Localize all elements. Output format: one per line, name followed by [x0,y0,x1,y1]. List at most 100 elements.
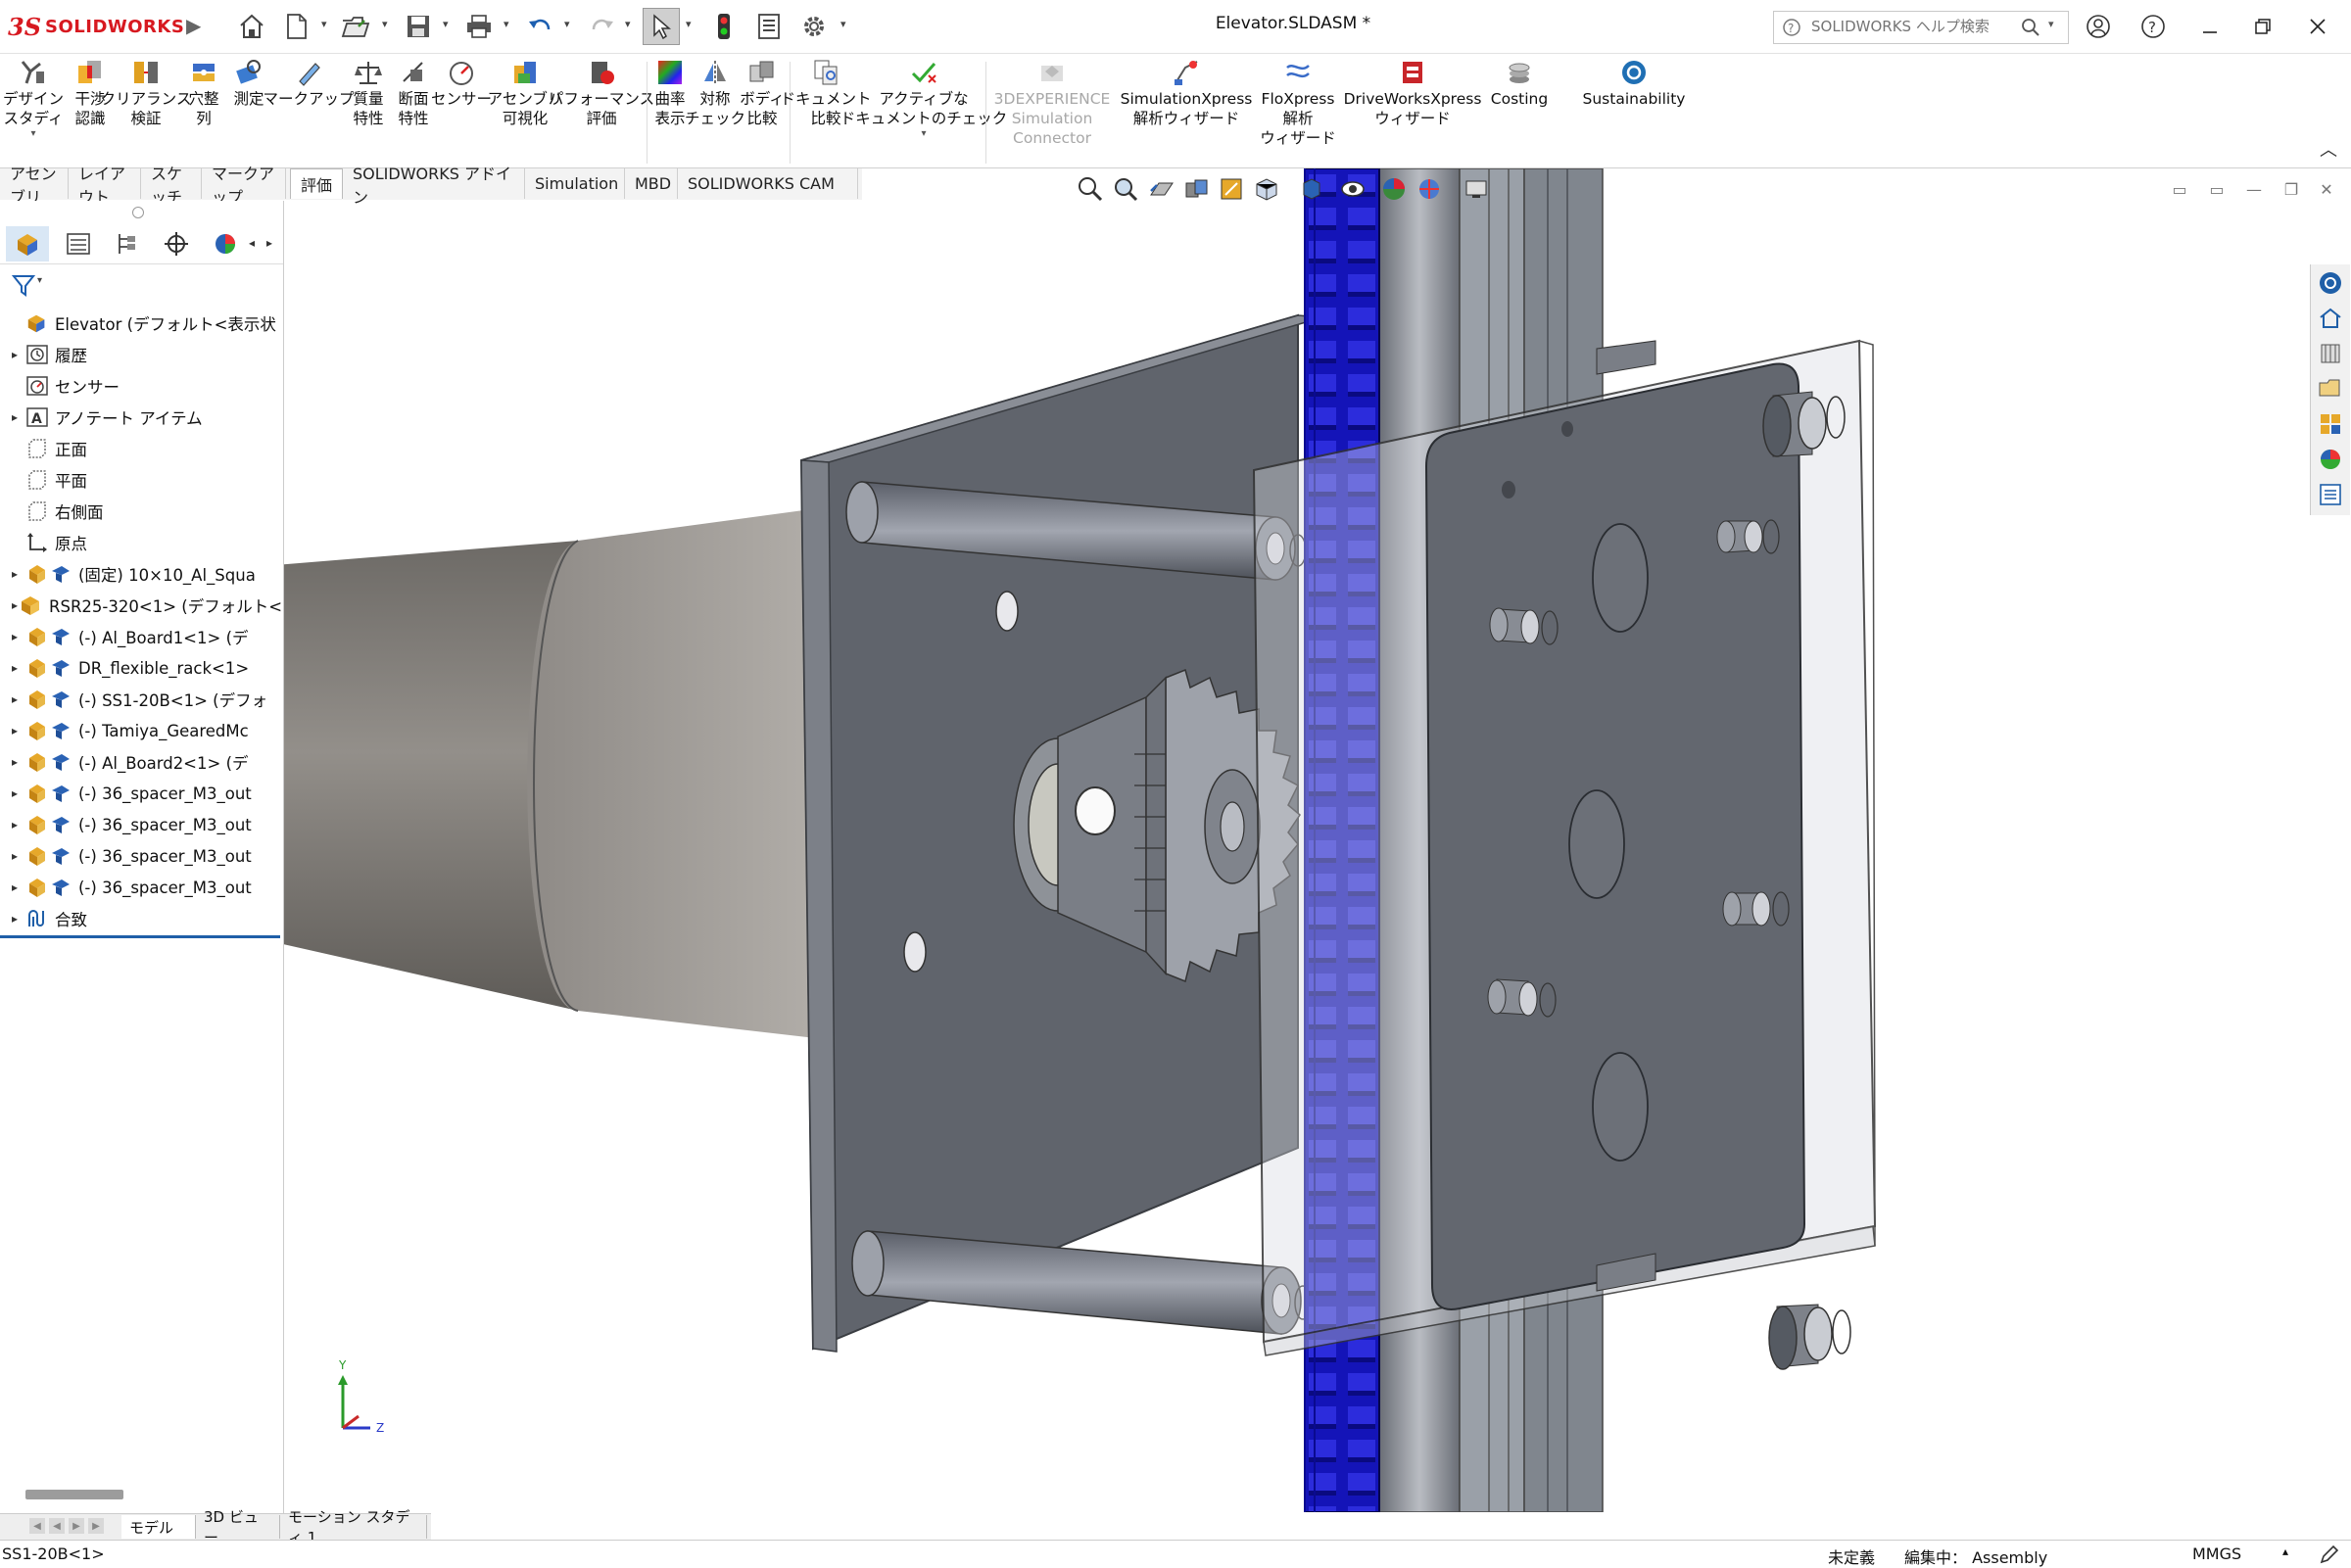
assembly-visualization-button[interactable]: アセンブリ 可視化 [488,58,562,128]
tree-item[interactable]: 正面 [0,434,283,463]
expand-arrow-icon[interactable]: ▸ [12,818,24,832]
chevron-down-icon[interactable]: ▾ [321,18,327,30]
tree-item[interactable]: ▸ 履歴 [0,340,283,369]
file-explorer-icon[interactable] [2316,374,2345,404]
dynamic-annotation-icon[interactable] [1215,172,1248,206]
next-tab-arrow-icon[interactable]: ▶ [69,1518,84,1534]
tree-item[interactable]: ▸ 合致 [0,904,283,933]
3dexperience-simulation-connector-button[interactable]: 3DEXPERIENCE Simulation Connector [987,58,1117,148]
status-units[interactable]: MMGS [2192,1544,2241,1563]
view-orientation-icon[interactable] [1250,172,1283,206]
section-view-icon[interactable] [1179,172,1213,206]
solidworks-resources-icon[interactable] [2316,268,2345,298]
sensor-button[interactable]: センサー [431,58,492,109]
viewport-minimize-icon[interactable]: — [2239,176,2269,202]
collapse-ribbon-chevron-up-icon[interactable]: ︿ [2320,136,2337,162]
tree-item[interactable]: ▸ (固定) 10×10_Al_Squa [0,559,283,589]
chevron-down-icon[interactable]: ▾ [504,18,509,30]
tree-item[interactable]: Elevator (デフォルト<表示状 [0,309,283,338]
zoom-to-area-icon[interactable] [1109,172,1142,206]
tree-item[interactable]: ▸ (-) Al_Board1<1> (デ [0,622,283,651]
apply-scene-icon[interactable] [1413,172,1446,206]
tree-item[interactable]: 右側面 [0,497,283,526]
expand-arrow-icon[interactable]: ▸ [12,661,24,675]
home-icon[interactable] [2316,304,2345,333]
graphics-viewport[interactable]: Y Z ▭ ▭ — ❐ ✕ [284,168,2351,1512]
costing-button[interactable]: Costing [1485,58,1554,109]
tab-model[interactable]: モデル [121,1515,196,1539]
dimxpert-manager-tab-icon[interactable] [155,226,198,261]
print-icon[interactable] [460,8,498,45]
close-icon[interactable] [2298,10,2337,43]
design-library-icon[interactable] [2316,339,2345,368]
search-icon[interactable] [2021,18,2040,37]
driveworksxpress-button[interactable]: DriveWorksXpress ウィザード [1342,58,1483,128]
tree-item[interactable]: ▸ (-) 36_spacer_M3_out [0,873,283,902]
sustainability-button[interactable]: Sustainability [1577,58,1691,109]
expand-arrow-icon[interactable]: ▸ [12,724,24,737]
tab-3d-views[interactable]: 3D ビュー [196,1508,280,1546]
hide-show-items-icon[interactable] [1336,172,1369,206]
expand-arrow-icon[interactable]: ▸ [12,567,24,581]
expand-arrow-icon[interactable]: ▸ [12,912,24,926]
symmetry-check-button[interactable]: 対称 チェック [685,58,745,128]
chevron-down-icon[interactable]: ▾ [564,18,570,30]
tab-sketch[interactable]: スケッチ [141,165,202,207]
tab-layout[interactable]: レイアウト [69,165,141,207]
view-settings-icon[interactable] [1460,172,1493,206]
expand-arrow-icon[interactable]: ▸ [12,880,24,894]
prev-tab-arrow-icon[interactable]: ◀ [49,1518,65,1534]
filter-funnel-icon[interactable] [12,273,35,297]
open-folder-icon[interactable] [337,8,374,45]
last-tab-arrow-icon[interactable]: ▶ [88,1518,104,1534]
tree-item[interactable]: ▸ (-) 36_spacer_M3_out [0,810,283,839]
expand-arrow-icon[interactable]: ▸ [12,348,24,361]
tab-scroll-right-icon[interactable]: ▸ [266,236,272,250]
chevron-up-icon[interactable]: ▴ [2282,1544,2288,1558]
horizontal-scrollbar-thumb[interactable] [25,1490,123,1499]
tree-item[interactable]: ▸ RSR25-320<1> (デフォルト<: [0,591,283,620]
restore-icon[interactable] [2243,10,2282,43]
tree-item[interactable]: センサー [0,371,283,401]
user-account-icon[interactable] [2079,10,2118,43]
select-cursor-icon[interactable] [643,8,680,45]
edit-appearance-icon[interactable] [1377,172,1411,206]
body-compare-button[interactable]: ボディ 比較 [740,58,785,128]
first-tab-arrow-icon[interactable]: ◀ [29,1518,45,1534]
mass-properties-button[interactable]: 質量 特性 [347,58,390,128]
redo-icon[interactable] [584,8,621,45]
home-icon[interactable] [233,8,270,45]
viewport-close-icon[interactable]: ✕ [2312,176,2341,202]
chevron-down-icon[interactable]: ▾ [625,18,631,30]
tree-item[interactable]: ▸ A アノテート アイテム [0,403,283,432]
tree-item[interactable]: 平面 [0,465,283,495]
tab-markup[interactable]: マークアップ [202,165,286,207]
expand-arrow-icon[interactable]: ▸ [12,755,24,769]
options-gear-icon[interactable] [795,8,833,45]
floxpress-button[interactable]: FloXpress 解析 ウィザード [1256,58,1340,148]
display-style-icon[interactable] [1295,172,1328,206]
hole-alignment-button[interactable]: 穴整 列 [182,58,225,128]
solidworks-logo[interactable]: 3S SOLIDWORKS [8,12,184,41]
minimize-icon[interactable] [2190,10,2230,43]
menu-expand-icon[interactable]: ▶ [186,14,201,37]
tree-item[interactable]: ▸ (-) Al_Board2<1> (デ [0,747,283,777]
help-icon[interactable]: ? [2134,10,2173,43]
chevron-down-icon[interactable]: ▾ [382,18,388,30]
chevron-down-icon[interactable]: ▾ [37,275,42,286]
rebuild-traffic-light-icon[interactable] [705,8,743,45]
tab-assembly[interactable]: アセンブリ [0,165,69,207]
expand-arrow-icon[interactable]: ▸ [12,786,24,800]
property-manager-tab-icon[interactable] [57,226,100,261]
chevron-down-icon[interactable]: ▾ [443,18,449,30]
panel-splitter-handle[interactable] [132,207,144,218]
save-icon[interactable] [400,8,437,45]
tab-scroll-left-icon[interactable]: ◂ [249,236,255,250]
display-manager-tab-icon[interactable] [204,226,247,261]
new-document-icon[interactable] [278,8,315,45]
tree-item[interactable]: ▸ (-) 36_spacer_M3_out [0,779,283,808]
viewport-split-left-icon[interactable]: ▭ [2165,176,2194,202]
rollback-bar[interactable] [0,935,280,938]
expand-arrow-icon[interactable]: ▸ [12,598,18,612]
curvature-button[interactable]: 曲率 表示 [650,58,690,128]
